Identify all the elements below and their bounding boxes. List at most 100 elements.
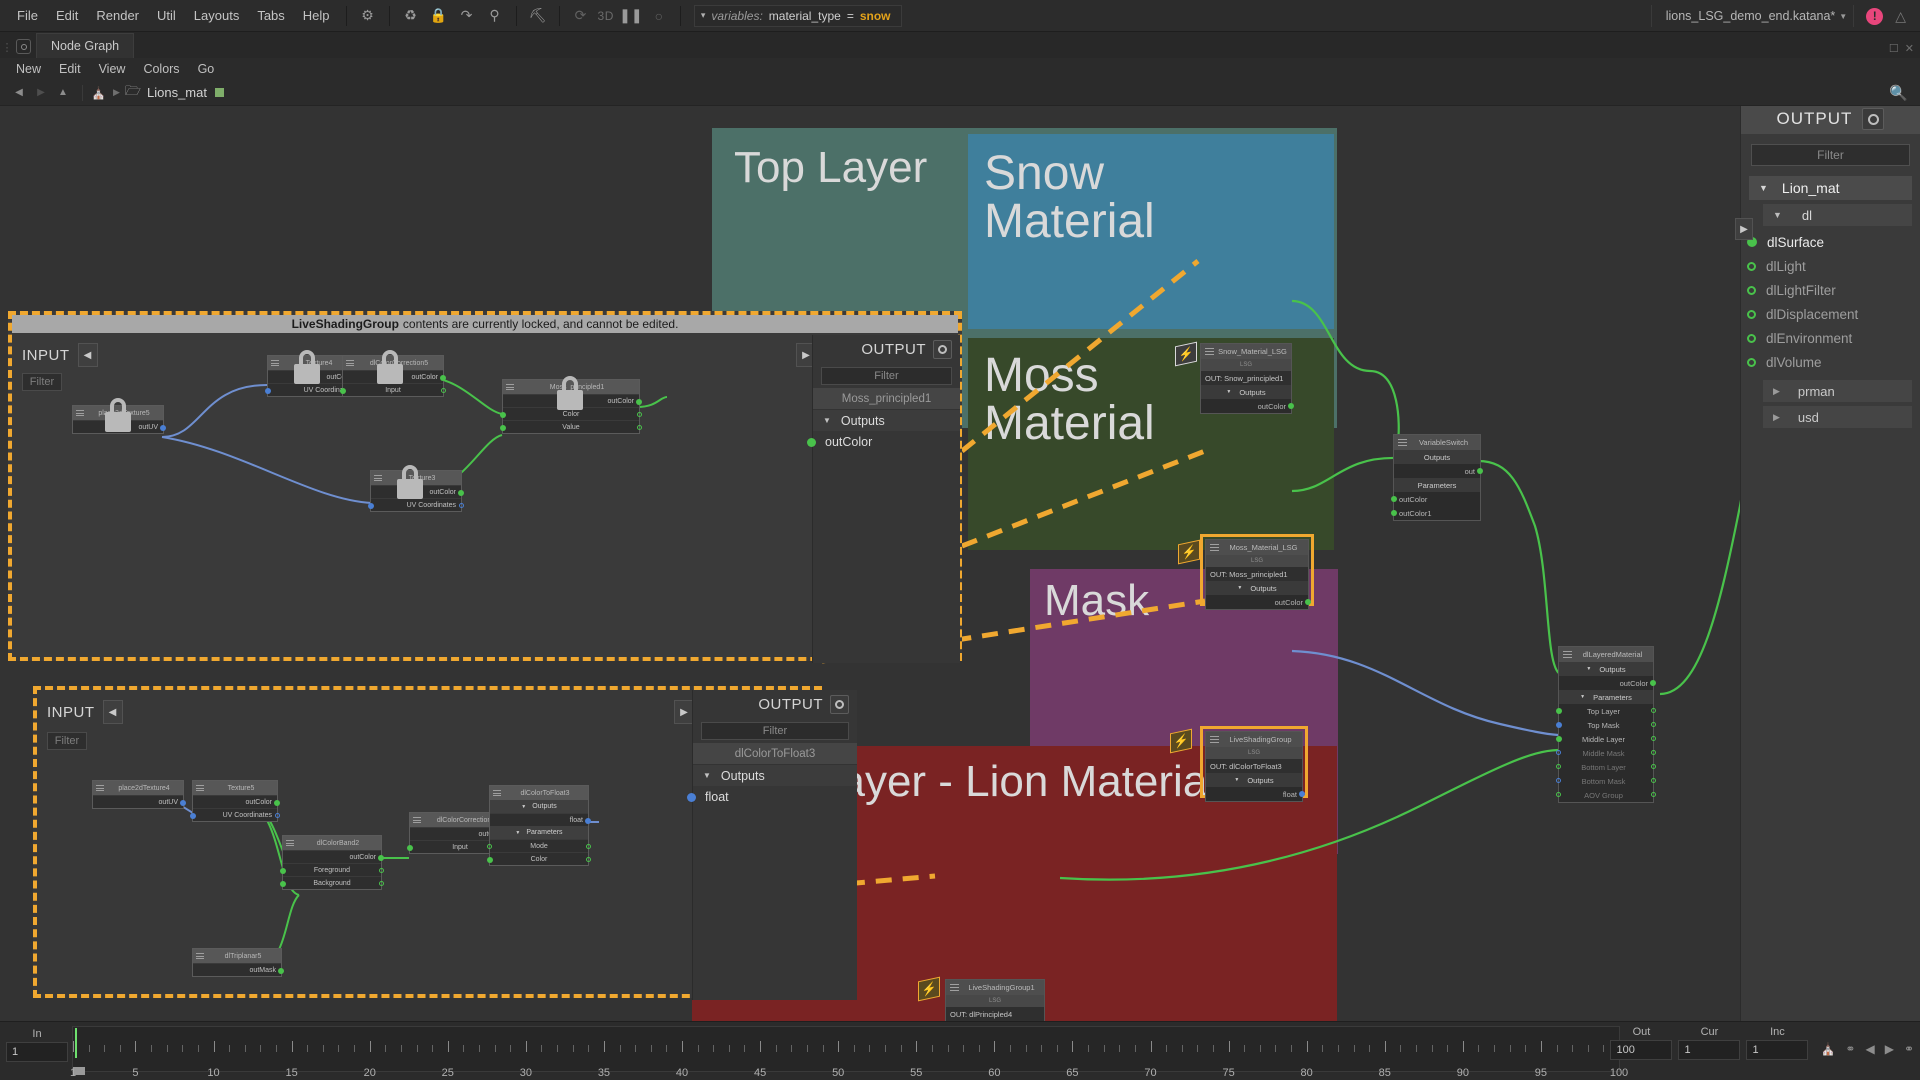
port-dot-icon[interactable] xyxy=(1556,750,1561,755)
lower-input-collapse-button[interactable]: ◀ xyxy=(102,700,123,724)
node-port-row[interactable]: Background xyxy=(280,876,384,889)
refresh-icon[interactable]: ⟳ xyxy=(568,4,594,28)
port-dot-icon[interactable] xyxy=(637,412,642,417)
node-outputs-section[interactable]: Outputs xyxy=(1394,450,1480,464)
node-outputs-section[interactable]: ▼ Outputs xyxy=(1206,581,1308,595)
port-dot-icon[interactable] xyxy=(379,868,384,873)
node-port-row[interactable]: outColor1 xyxy=(1391,506,1480,520)
node-outputs-section[interactable]: ▼ Outputs xyxy=(1559,662,1653,676)
node-port-row[interactable]: Input xyxy=(340,383,446,396)
port-dot-icon[interactable] xyxy=(160,425,166,431)
node-param-row-middle-mask[interactable]: Middle Mask xyxy=(1556,746,1656,760)
close-icon[interactable]: ✕ xyxy=(1905,42,1914,55)
port-dot-icon[interactable] xyxy=(585,818,591,824)
output-panel-collapse-button[interactable]: ▶ xyxy=(1735,218,1753,240)
graph-menu-colors[interactable]: Colors xyxy=(134,60,188,78)
upper-output-outputs-header[interactable]: ▼ Outputs xyxy=(813,409,960,431)
node-port-row[interactable]: outColor xyxy=(1559,676,1656,690)
node-texture5[interactable]: Texture5 outColor UV Coordinates xyxy=(190,780,280,822)
port-dot-icon[interactable] xyxy=(340,388,346,394)
node-port-row[interactable]: out xyxy=(1394,464,1483,478)
port-dot-icon[interactable] xyxy=(1651,792,1656,797)
pause-icon[interactable]: ❚❚ xyxy=(618,4,644,28)
node-graph-canvas[interactable]: Top Layer Snow Material Moss Material Ma… xyxy=(0,106,1920,1021)
camera-icon[interactable] xyxy=(933,340,952,359)
node-outputs-section[interactable]: ▼ Outputs xyxy=(1201,385,1291,399)
port-dot-icon[interactable] xyxy=(1391,496,1397,502)
node-param-row-bottom-mask[interactable]: Bottom Mask xyxy=(1556,774,1656,788)
port-dot-icon[interactable] xyxy=(500,412,506,418)
timeline-in-input[interactable]: 1 xyxy=(6,1042,68,1062)
node-param-row-bottom-layer[interactable]: Bottom Layer xyxy=(1556,760,1656,774)
port-dot-icon[interactable] xyxy=(379,881,384,886)
camera-icon[interactable] xyxy=(830,695,849,714)
nav-forward-button[interactable]: ▶ xyxy=(30,83,52,103)
output-port-dlvolume[interactable]: dlVolume xyxy=(1741,350,1920,374)
node-port-row[interactable]: outColor xyxy=(1201,399,1294,413)
port-dot-icon[interactable] xyxy=(1651,778,1656,783)
node-param-row-aov-group[interactable]: AOV Group xyxy=(1556,788,1656,802)
port-dot-icon[interactable] xyxy=(586,857,591,862)
timeline-cur-input[interactable]: 1 xyxy=(1678,1040,1741,1060)
output-root-row[interactable]: ▼ Lion_mat xyxy=(1749,176,1912,200)
node-port-row[interactable]: outColor xyxy=(371,485,464,498)
port-dot-icon[interactable] xyxy=(1288,403,1294,409)
upper-input-collapse-button[interactable]: ◀ xyxy=(77,343,98,367)
menu-util[interactable]: Util xyxy=(148,5,185,26)
port-dot-icon[interactable] xyxy=(1651,764,1656,769)
upper-output-filter[interactable]: Filter xyxy=(821,367,952,385)
port-dot-icon[interactable] xyxy=(278,968,284,974)
moss-node-flag-icon[interactable]: ⚡ xyxy=(1178,539,1200,565)
timeline-out-input[interactable]: 100 xyxy=(1610,1040,1673,1060)
lower-output-port-float[interactable]: float xyxy=(687,786,857,808)
menu-tabs[interactable]: Tabs xyxy=(248,5,293,26)
output-collapsed-usd[interactable]: ▶ usd xyxy=(1763,406,1912,428)
port-dot-icon[interactable] xyxy=(441,388,446,393)
port-dot-icon[interactable] xyxy=(1299,791,1305,797)
key-next-icon[interactable]: ⚭ xyxy=(1904,1042,1914,1056)
node-port-row[interactable]: UV Coordinates xyxy=(368,498,464,511)
gear-icon[interactable]: ⚙ xyxy=(355,4,381,28)
port-dot-icon[interactable] xyxy=(378,855,384,861)
port-dot-icon[interactable] xyxy=(280,868,286,874)
node-port-row[interactable]: outColor xyxy=(343,370,446,383)
port-dot-icon[interactable] xyxy=(1556,736,1562,742)
output-port-dllight[interactable]: dlLight xyxy=(1741,254,1920,278)
node-port-row[interactable]: Foreground xyxy=(280,863,384,876)
port-dot-icon[interactable] xyxy=(280,881,286,887)
output-filter-input[interactable]: Filter xyxy=(1751,144,1910,166)
broom-icon[interactable]: ⛏ xyxy=(525,4,551,28)
node-place2dtexture4[interactable]: place2dTexture4 outUV xyxy=(92,780,186,809)
port-dot-icon[interactable] xyxy=(1477,468,1483,474)
port-dot-icon[interactable] xyxy=(1650,680,1656,686)
port-dot-icon[interactable] xyxy=(459,503,464,508)
node-port-row[interactable]: outColor xyxy=(283,850,384,863)
node-port-row[interactable]: outColor xyxy=(1391,492,1480,506)
nav-back-button[interactable]: ◀ xyxy=(8,83,30,103)
port-dot-icon[interactable] xyxy=(1556,764,1561,769)
node-port-row[interactable]: float xyxy=(1206,787,1305,801)
port-dot-icon[interactable] xyxy=(458,490,464,496)
node-mask-liveshadinggroup[interactable]: LiveShadingGroup LSG OUT: dlColorToFloat… xyxy=(1205,731,1305,802)
play-forward-icon[interactable]: ▶ xyxy=(1885,1042,1894,1056)
port-dot-icon[interactable] xyxy=(1305,599,1311,605)
node-param-row-top-mask[interactable]: Top Mask xyxy=(1556,718,1656,732)
port-dot-icon[interactable] xyxy=(586,844,591,849)
tab-node-graph[interactable]: Node Graph xyxy=(36,33,135,58)
upper-liveshadinggroup-frame[interactable]: LiveShadingGroup contents are currently … xyxy=(8,311,962,663)
timeline-ruler[interactable]: 1 5 10 15 20 25 30 35 40 45 50 55 60 65 70 75 80 85 90 95 10… xyxy=(70,1026,1628,1079)
port-dot-icon[interactable] xyxy=(500,425,506,431)
lower-output-outputs-header[interactable]: ▼ Outputs xyxy=(693,764,857,786)
output-port-dlsurface[interactable]: dlSurface xyxy=(1741,230,1920,254)
menu-file[interactable]: File xyxy=(8,5,47,26)
graph-menu-edit[interactable]: Edit xyxy=(50,60,90,78)
lower-output-filter[interactable]: Filter xyxy=(701,722,849,740)
node-port-row[interactable]: Color xyxy=(500,407,642,420)
undo-icon[interactable]: ↷ xyxy=(454,4,480,28)
graph-menu-view[interactable]: View xyxy=(90,60,135,78)
node-port-row[interactable]: float xyxy=(490,813,591,826)
breadcrumb-path[interactable]: Lions_mat xyxy=(147,85,207,100)
output-port-dllightfilter[interactable]: dlLightFilter xyxy=(1741,278,1920,302)
node-port-row[interactable]: UV Coordinates xyxy=(190,808,280,821)
file-title[interactable]: lions_LSG_demo_end.katana* ▼ xyxy=(1650,5,1855,27)
